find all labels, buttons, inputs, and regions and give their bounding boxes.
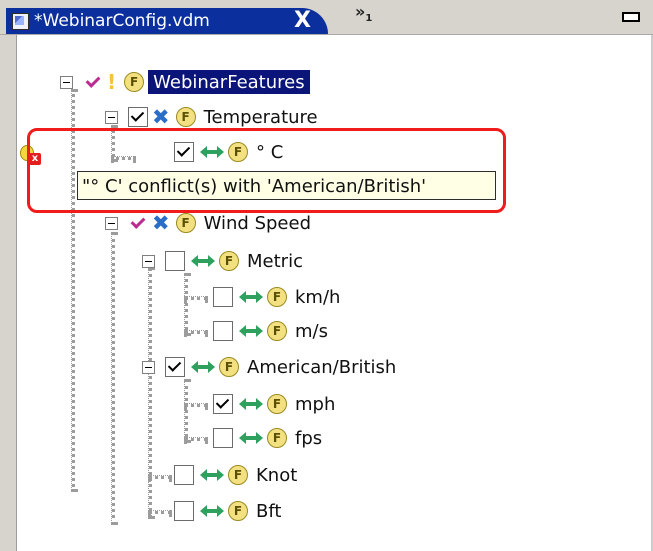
checkbox[interactable]	[213, 394, 233, 414]
tree-row-knot[interactable]: F Knot	[174, 462, 297, 488]
exclusive-or-icon: ✖	[152, 105, 170, 129]
tree-guide-line	[148, 510, 172, 514]
checkbox[interactable]	[174, 465, 194, 485]
checkbox[interactable]	[128, 107, 148, 127]
tree-guide-line	[184, 296, 208, 300]
bidirectional-arrow-icon	[237, 322, 265, 340]
tree-row-label: fps	[295, 427, 323, 449]
checkbox[interactable]	[165, 251, 185, 271]
collapse-icon[interactable]	[60, 75, 73, 89]
bidirectional-arrow-icon	[237, 288, 265, 306]
tree-guide-line	[184, 330, 208, 334]
bidirectional-arrow-icon	[237, 395, 265, 413]
checkbox[interactable]	[174, 501, 194, 521]
tree-row-label: Wind Speed	[203, 212, 311, 234]
tree-row-webinarfeatures[interactable]: ! F WebinarFeatures	[60, 69, 310, 95]
tree-guide-line	[148, 475, 172, 479]
feature-tree: ! F WebinarFeatures ✖ F Temperature F ° …	[0, 0, 653, 551]
tree-guide-line	[148, 267, 152, 519]
tree-row-label: Knot	[256, 464, 298, 486]
tree-row-fps[interactable]: F fps	[213, 425, 322, 451]
checkbox[interactable]	[213, 321, 233, 341]
bidirectional-arrow-icon	[198, 502, 226, 520]
feature-icon: F	[175, 213, 196, 233]
warning-icon: !	[107, 70, 117, 94]
tree-guide-line	[184, 379, 188, 443]
feature-icon: F	[267, 321, 287, 341]
collapse-icon[interactable]	[142, 360, 155, 374]
tree-row-label: km/h	[295, 286, 341, 308]
tree-row-metric[interactable]: F Metric	[142, 248, 303, 274]
checkbox[interactable]	[213, 287, 233, 307]
feature-icon: F	[228, 465, 248, 485]
tree-row-kmh[interactable]: F km/h	[213, 284, 340, 310]
checkbox[interactable]	[213, 428, 233, 448]
tree-row-label: m/s	[295, 320, 328, 342]
bidirectional-arrow-icon	[237, 429, 265, 447]
tree-guide-line	[184, 273, 188, 336]
checkbox[interactable]	[165, 357, 185, 377]
annotation-highlight	[27, 128, 506, 213]
tree-row-wind-speed[interactable]: ✖ F Wind Speed	[105, 210, 311, 236]
feature-icon: F	[267, 428, 287, 448]
tree-row-bft[interactable]: F Bft	[174, 498, 281, 524]
feature-icon: F	[219, 357, 239, 377]
collapse-icon[interactable]	[142, 254, 155, 268]
feature-icon: F	[267, 394, 287, 414]
tree-row-label: mph	[295, 393, 336, 415]
feature-icon: F	[124, 72, 145, 92]
feature-icon: F	[228, 501, 248, 521]
bidirectional-arrow-icon	[189, 358, 217, 376]
feature-icon: F	[267, 287, 287, 307]
tree-row-label: WebinarFeatures	[148, 70, 310, 94]
check-mark-icon	[83, 73, 101, 91]
check-mark-icon	[128, 214, 146, 232]
exclusive-or-icon: ✖	[152, 211, 170, 235]
bidirectional-arrow-icon	[189, 252, 217, 270]
tree-guide-line	[111, 232, 115, 525]
tree-guide-line	[184, 403, 208, 407]
collapse-icon[interactable]	[105, 216, 118, 230]
feature-icon: F	[219, 251, 239, 271]
tree-row-label: Metric	[247, 250, 303, 272]
tree-row-label: American/British	[247, 356, 397, 378]
bidirectional-arrow-icon	[198, 466, 226, 484]
tree-row-label: Bft	[256, 500, 282, 522]
tree-row-american-british[interactable]: F American/British	[142, 354, 396, 380]
tree-row-label: Temperature	[203, 106, 318, 128]
collapse-icon[interactable]	[105, 110, 118, 124]
tree-guide-line	[184, 437, 208, 441]
tree-row-temperature[interactable]: ✖ F Temperature	[105, 104, 318, 130]
tree-row-mph[interactable]: F mph	[213, 391, 335, 417]
feature-icon: F	[175, 107, 196, 127]
tree-row-ms[interactable]: F m/s	[213, 318, 328, 344]
